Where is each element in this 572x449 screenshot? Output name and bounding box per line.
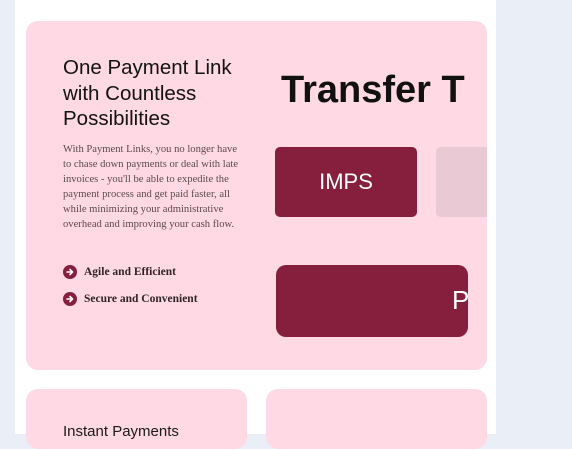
payment-link-feature-card: One Payment Link with Countless Possibil… [26,21,487,370]
instant-payments-card: Instant Payments [26,389,247,449]
transfer-heading: Transfer T [281,69,465,111]
pay-button[interactable]: P [276,265,468,337]
feature-item-label: Secure and Convenient [84,293,198,305]
feature-description: With Payment Links, you no longer have t… [63,144,239,231]
imps-button[interactable]: IMPS [275,147,417,217]
feature-item-secure: Secure and Convenient [63,292,198,306]
arrow-circle-right-icon [63,265,77,279]
feature-item-label: Agile and Efficient [84,266,176,278]
card-title: Instant Payments [63,423,179,440]
feature-card-secondary [266,389,487,449]
pay-button-label: P [452,285,468,315]
feature-heading: One Payment Link with Countless Possibil… [63,56,232,130]
feature-item-agile: Agile and Efficient [63,265,176,279]
payment-method-button-partial[interactable] [436,147,487,217]
arrow-circle-right-icon [63,292,77,306]
